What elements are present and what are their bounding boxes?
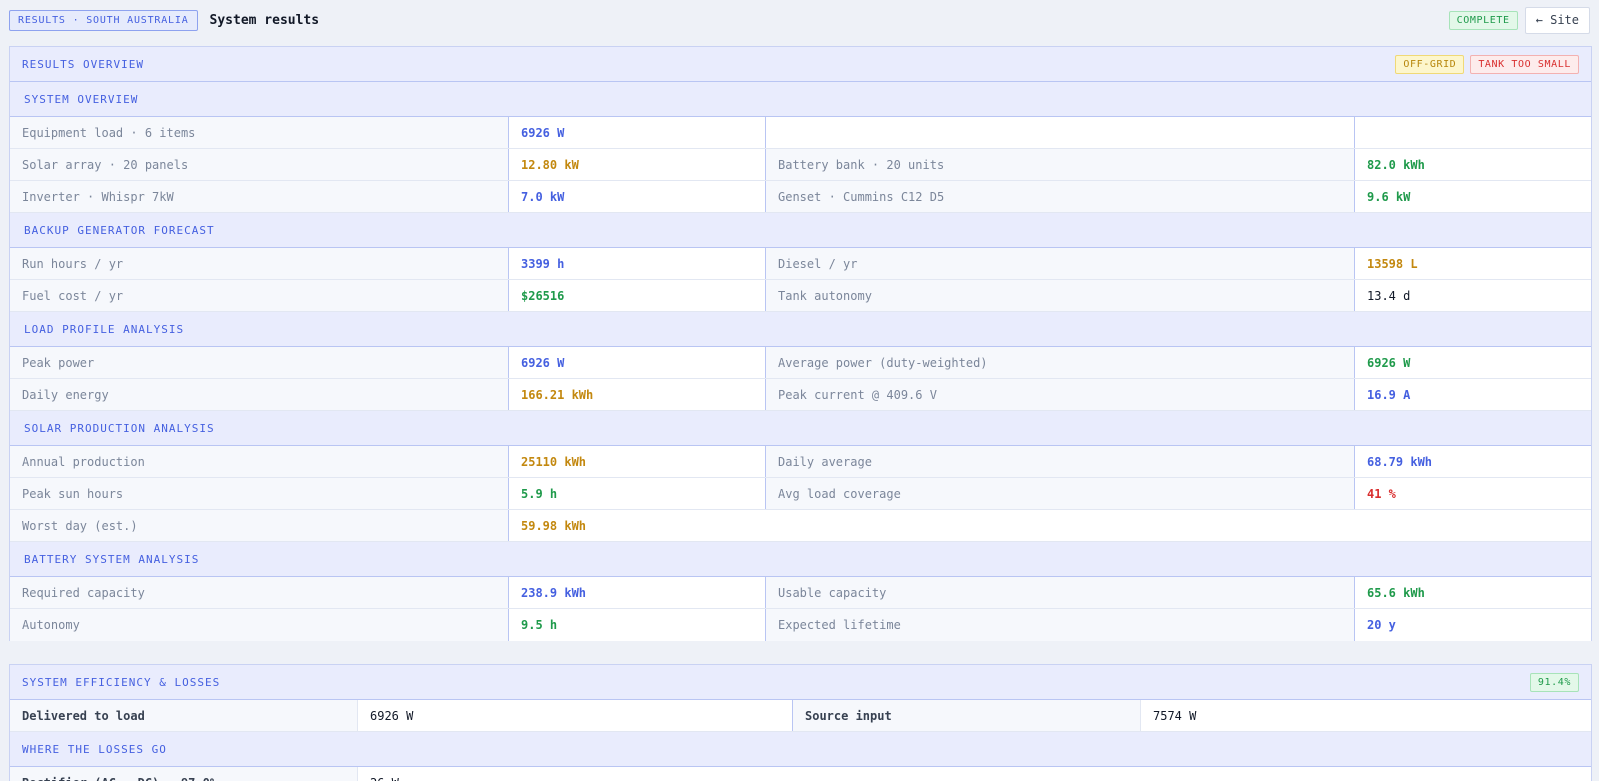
row-value: 41 % [1355,478,1591,509]
row-value: 5.9 h [509,478,766,509]
row-value: 13.4 d [1355,280,1591,311]
table-row: Worst day (est.) 59.98 kWh [10,510,1591,542]
row-label: Avg load coverage [766,478,1355,509]
table-row: Solar array · 20 panels 12.80 kW Battery… [10,149,1591,181]
tank-warning-badge: TANK TOO SMALL [1470,54,1579,74]
row-label [766,117,1355,148]
row-value: 6926 W [1355,347,1591,378]
efficiency-card: SYSTEM EFFICIENCY & LOSSES 91.4% Deliver… [9,664,1592,781]
results-overview-title: RESULTS OVERVIEW [22,57,144,71]
section-header-load: LOAD PROFILE ANALYSIS [10,312,1591,347]
table-row: Equipment load · 6 items 6926 W [10,117,1591,149]
top-bar: RESULTS · SOUTH AUSTRALIA System results… [0,0,1599,40]
delivered-label: Delivered to load [10,700,358,731]
source-value: 7574 W [1141,700,1591,731]
row-label: Fuel cost / yr [10,280,509,311]
table-row: Annual production 25110 kWh Daily averag… [10,446,1591,478]
section-header-losses: WHERE THE LOSSES GO [10,732,1591,767]
results-overview-card: RESULTS OVERVIEW OFF-GRID TANK TOO SMALL… [9,46,1592,641]
row-value: 65.6 kWh [1355,577,1591,608]
delivered-value: 6926 W [358,700,793,731]
row-value: 9.5 h [509,609,766,641]
row-value: 9.6 kW [1355,181,1591,212]
section-title: SOLAR PRODUCTION ANALYSIS [24,421,215,435]
table-row: Delivered to load 6926 W Source input 75… [10,700,1591,732]
table-row: Inverter · Whispr 7kW 7.0 kW Genset · Cu… [10,181,1591,213]
table-row: Fuel cost / yr $26516 Tank autonomy 13.4… [10,280,1591,312]
row-value: 82.0 kWh [1355,149,1591,180]
efficiency-title: SYSTEM EFFICIENCY & LOSSES [22,675,221,689]
section-title: BATTERY SYSTEM ANALYSIS [24,552,200,566]
efficiency-header: SYSTEM EFFICIENCY & LOSSES 91.4% [10,665,1591,700]
row-label: Usable capacity [766,577,1355,608]
row-value: 12.80 kW [509,149,766,180]
row-label: Required capacity [10,577,509,608]
page-title: System results [209,12,320,28]
row-label: Battery bank · 20 units [766,149,1355,180]
section-header-battery: BATTERY SYSTEM ANALYSIS [10,542,1591,577]
row-label: Inverter · Whispr 7kW [10,181,509,212]
section-title: WHERE THE LOSSES GO [22,742,167,756]
row-label: Daily average [766,446,1355,477]
row-value: 6926 W [509,117,766,148]
row-label: Solar array · 20 panels [10,149,509,180]
row-label: Annual production [10,446,509,477]
row-label: Genset · Cummins C12 D5 [766,181,1355,212]
row-label: Run hours / yr [10,248,509,279]
row-label: Tank autonomy [766,280,1355,311]
results-overview-header: RESULTS OVERVIEW OFF-GRID TANK TOO SMALL [10,47,1591,82]
row-value: 16.9 A [1355,379,1591,410]
section-title: LOAD PROFILE ANALYSIS [24,322,185,336]
row-value: 3399 h [509,248,766,279]
row-label: Daily energy [10,379,509,410]
section-header-generator: BACKUP GENERATOR FORECAST [10,213,1591,248]
back-to-site-button[interactable]: ← Site [1524,6,1590,34]
status-badge: COMPLETE [1448,10,1518,30]
table-row: Peak sun hours 5.9 h Avg load coverage 4… [10,478,1591,510]
row-value: 59.98 kWh [509,510,1591,541]
row-label: Peak sun hours [10,478,509,509]
row-value: 166.21 kWh [509,379,766,410]
row-value: 238.9 kWh [509,577,766,608]
loss-label: Rectifier (AC → DC) · 97.0% [10,767,358,781]
row-value: 7.0 kW [509,181,766,212]
row-label: Peak power [10,347,509,378]
row-value: 25110 kWh [509,446,766,477]
row-value: 68.79 kWh [1355,446,1591,477]
row-label: Expected lifetime [766,609,1355,641]
row-value: 6926 W [509,347,766,378]
table-row: Required capacity 238.9 kWh Usable capac… [10,577,1591,609]
row-value: 20 y [1355,609,1591,641]
breadcrumb[interactable]: RESULTS · SOUTH AUSTRALIA [9,9,198,31]
table-row: Autonomy 9.5 h Expected lifetime 20 y [10,609,1591,641]
section-title: BACKUP GENERATOR FORECAST [24,223,215,237]
loss-value: 26 W [358,767,1591,781]
off-grid-badge: OFF-GRID [1395,54,1465,74]
table-row: Run hours / yr 3399 h Diesel / yr 13598 … [10,248,1591,280]
row-label: Autonomy [10,609,509,641]
row-value [1355,117,1591,148]
row-label: Peak current @ 409.6 V [766,379,1355,410]
row-label: Equipment load · 6 items [10,117,509,148]
row-label: Average power (duty-weighted) [766,347,1355,378]
table-row: Daily energy 166.21 kWh Peak current @ 4… [10,379,1591,411]
row-label: Diesel / yr [766,248,1355,279]
section-header-system: SYSTEM OVERVIEW [10,82,1591,117]
row-value: $26516 [509,280,766,311]
table-row: Peak power 6926 W Average power (duty-we… [10,347,1591,379]
efficiency-badge: 91.4% [1529,672,1579,692]
row-label: Worst day (est.) [10,510,509,541]
table-row: Rectifier (AC → DC) · 97.0% 26 W [10,767,1591,781]
section-header-solar: SOLAR PRODUCTION ANALYSIS [10,411,1591,446]
section-title: SYSTEM OVERVIEW [24,92,139,106]
row-value: 13598 L [1355,248,1591,279]
source-label: Source input [793,700,1141,731]
